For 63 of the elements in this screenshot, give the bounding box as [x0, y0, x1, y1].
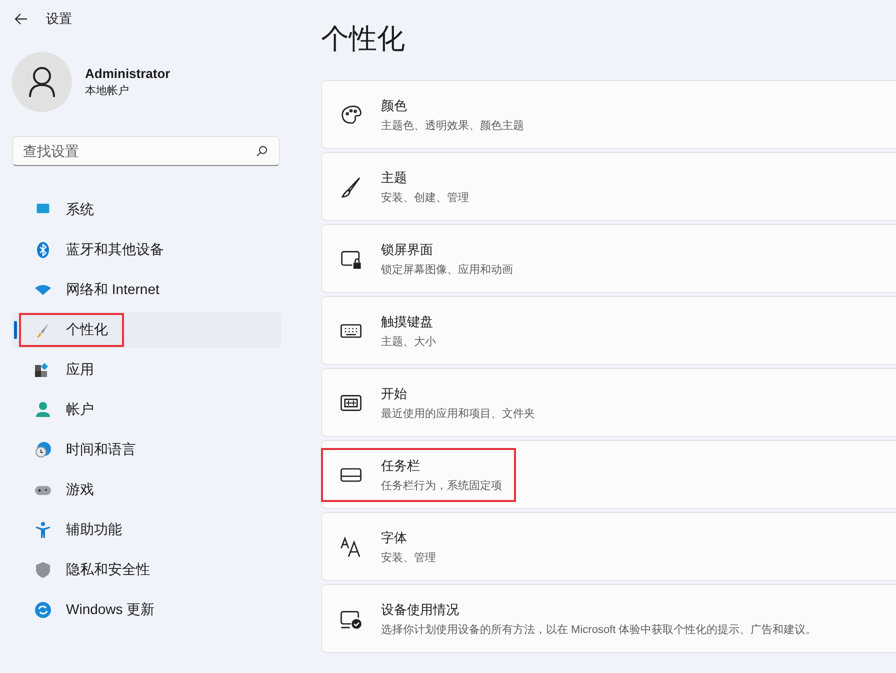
update-icon	[34, 601, 52, 619]
sidebar-item[interactable]: 时间和语言	[12, 432, 281, 468]
search-icon	[256, 145, 268, 157]
sidebar-label: 个性化	[66, 321, 108, 339]
sidebar-item[interactable]: 辅助功能	[12, 512, 281, 548]
settings-card[interactable]: 颜色 主题色、透明效果、颜色主题	[321, 80, 896, 149]
sidebar-item[interactable]: 系统	[12, 192, 281, 228]
sidebar-item[interactable]: 帐户	[12, 392, 281, 428]
card-title: 设备使用情况	[381, 600, 460, 618]
sidebar-item[interactable]: Windows 更新	[12, 592, 281, 628]
settings-card[interactable]: 开始 最近使用的应用和项目、文件夹	[321, 368, 896, 437]
card-title: 颜色	[381, 96, 408, 114]
shield-icon	[34, 561, 52, 579]
page-title: 个性化	[321, 22, 406, 56]
sidebar-label: 蓝牙和其他设备	[66, 241, 164, 259]
settings-card[interactable]: 锁屏界面 锁定屏幕图像、应用和动画	[321, 224, 896, 293]
card-description: 安装、管理	[381, 550, 436, 564]
settings-card[interactable]: 设备使用情况 选择你计划使用设备的所有方法，以在 Microsoft 体验中获取个性化的提示、广告和建议。	[321, 584, 896, 653]
card-title: 开始	[381, 384, 408, 402]
card-description: 锁定屏幕图像、应用和动画	[381, 262, 513, 276]
sidebar-item[interactable]: 网络和 Internet	[12, 272, 281, 308]
sidebar-item[interactable]: 游戏	[12, 472, 281, 508]
sidebar-label: Windows 更新	[66, 601, 155, 619]
sidebar-label: 系统	[66, 201, 94, 219]
sidebar-label: 辅助功能	[66, 521, 122, 539]
card-description: 选择你计划使用设备的所有方法，以在 Microsoft 体验中获取个性化的提示、广告和建议。	[381, 622, 817, 636]
bluetooth-icon	[34, 241, 52, 259]
account-type: 本地帐户	[85, 84, 130, 98]
sidebar-label: 应用	[66, 361, 94, 379]
sidebar-label: 帐户	[66, 401, 94, 419]
settings-card[interactable]: 触摸键盘 主题、大小	[321, 296, 896, 365]
card-description: 任务栏行为，系统固定项	[381, 478, 502, 492]
brush-icon	[340, 176, 362, 198]
card-description: 安装、创建、管理	[381, 190, 469, 204]
user-name: Administrator	[85, 66, 170, 81]
back-arrow-icon[interactable]	[14, 13, 28, 25]
window-title: 设置	[46, 10, 72, 28]
sidebar-item[interactable]: 个性化	[12, 312, 281, 348]
card-title: 字体	[381, 528, 408, 546]
card-title: 锁屏界面	[381, 240, 434, 258]
card-description: 主题、大小	[381, 334, 436, 348]
sidebar-label: 网络和 Internet	[66, 281, 160, 299]
settings-card[interactable]: 主题 安装、创建、管理	[321, 152, 896, 221]
search-field[interactable]: 查找设置	[12, 136, 280, 166]
font-icon	[340, 536, 362, 558]
card-title: 触摸键盘	[381, 312, 434, 330]
card-description: 最近使用的应用和项目、文件夹	[381, 406, 535, 420]
palette-icon	[340, 104, 362, 126]
selection-indicator	[14, 321, 17, 339]
settings-card[interactable]: 任务栏 任务栏行为，系统固定项	[321, 440, 896, 509]
sidebar-item[interactable]: 应用	[12, 352, 281, 388]
card-title: 任务栏	[381, 456, 421, 474]
card-title: 主题	[381, 168, 408, 186]
sidebar-item[interactable]: 蓝牙和其他设备	[12, 232, 281, 268]
settings-card[interactable]: 字体 安装、管理	[321, 512, 896, 581]
person-icon	[34, 401, 52, 419]
sidebar-item[interactable]: 隐私和安全性	[12, 552, 281, 588]
globe-clock-icon	[34, 441, 52, 459]
card-description: 主题色、透明效果、颜色主题	[381, 118, 524, 132]
sidebar-label: 游戏	[66, 481, 94, 499]
sidebar-label: 时间和语言	[66, 441, 136, 459]
sidebar-label: 隐私和安全性	[66, 561, 150, 579]
accessibility-icon	[34, 521, 52, 539]
